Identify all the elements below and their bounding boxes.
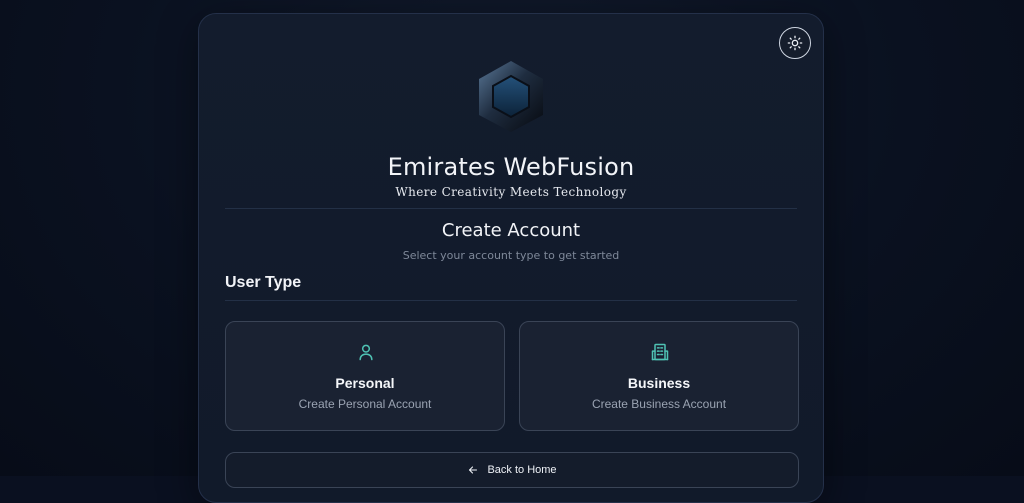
- signup-card: Emirates WebFusion Where Creativity Meet…: [198, 13, 824, 503]
- divider: [225, 208, 797, 209]
- account-type-description: Create Personal Account: [226, 397, 504, 411]
- personal-account-option[interactable]: Personal Create Personal Account: [225, 321, 505, 431]
- theme-toggle-button[interactable]: [779, 27, 811, 59]
- page-title: Create Account: [199, 220, 823, 241]
- sun-icon: [787, 35, 803, 51]
- user-icon: [356, 342, 376, 362]
- divider: [225, 300, 797, 301]
- account-type-title: Personal: [226, 375, 504, 391]
- business-account-option[interactable]: Business Create Business Account: [519, 321, 799, 431]
- brand-tagline: Where Creativity Meets Technology: [199, 185, 823, 199]
- account-type-description: Create Business Account: [520, 397, 798, 411]
- hexagon-logo-icon: [475, 58, 547, 134]
- back-to-home-button[interactable]: Back to Home: [225, 452, 799, 488]
- page-subtitle: Select your account type to get started: [199, 249, 823, 262]
- building-icon: [650, 342, 670, 362]
- user-type-label: User Type: [225, 274, 301, 292]
- brand-title: Emirates WebFusion: [199, 153, 823, 181]
- back-button-label: Back to Home: [487, 464, 556, 476]
- arrow-left-icon: [467, 464, 479, 476]
- account-type-title: Business: [520, 375, 798, 391]
